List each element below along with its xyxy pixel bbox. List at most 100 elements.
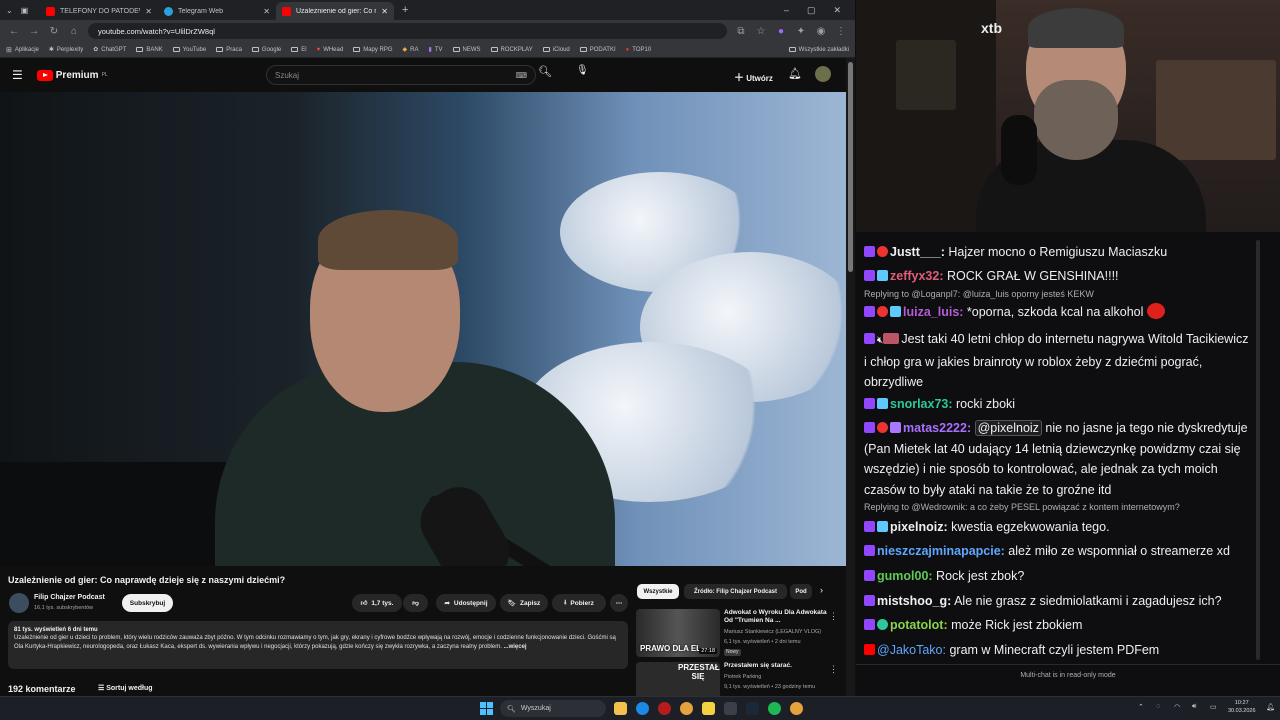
bookmark-folder[interactable]: NEWS xyxy=(452,47,481,53)
download-manager-icon[interactable] xyxy=(724,702,737,715)
chat-username[interactable]: matas2222: xyxy=(903,421,971,435)
bookmark-folder[interactable]: PODATKI xyxy=(579,47,616,53)
bookmark-star-icon[interactable]: ☆ xyxy=(755,26,767,37)
keyboard-icon[interactable]: ⌨ xyxy=(515,71,527,80)
battery-icon[interactable]: ▭ xyxy=(1210,703,1217,711)
close-tab-icon[interactable]: ✕ xyxy=(145,7,152,16)
bookmark-item[interactable]: ✱ Perplexity xyxy=(49,46,83,54)
save-button[interactable]: 🔖︎ Zapisz xyxy=(500,594,548,612)
search-icon[interactable]: 🔍︎ xyxy=(538,65,552,78)
bookmark-folder[interactable]: YouTube xyxy=(172,47,206,53)
edge-icon[interactable] xyxy=(636,702,649,715)
workspace-icon[interactable]: ▣ xyxy=(21,6,29,15)
forward-icon[interactable]: → xyxy=(28,26,40,37)
sort-comments-button[interactable]: ☰ Sortuj według xyxy=(98,684,153,692)
taskbar-clock[interactable]: 10:27 30.03.2026 xyxy=(1228,700,1256,715)
bookmark-item[interactable]: ◆ RA xyxy=(403,46,419,54)
all-bookmarks-folder[interactable]: Wszystkie zakładki xyxy=(788,47,849,53)
tray-chevron-icon[interactable]: ⌃ xyxy=(1138,703,1144,711)
bookmark-folder[interactable]: El xyxy=(291,47,307,53)
chat-username[interactable]: Justt___: xyxy=(890,245,945,259)
notifications-bell-icon[interactable]: 🔔︎ xyxy=(788,67,802,80)
more-options-icon[interactable]: ⋮ xyxy=(829,611,838,622)
extension-icon[interactable]: ● xyxy=(775,26,787,37)
description-box[interactable]: 81 tys. wyświetleń 6 dni temu Uzależnien… xyxy=(8,621,628,669)
chat-username[interactable]: mistshoo_g: xyxy=(877,594,951,608)
close-window-icon[interactable]: ✕ xyxy=(833,5,841,16)
chat-username[interactable]: zeffyx32: xyxy=(890,269,944,283)
taskbar-search[interactable]: 🔍︎ Wyszukaj xyxy=(500,700,606,717)
browser-tab-3-active[interactable]: Uzależnienie od gier: Co n ✕ xyxy=(276,2,394,20)
chat-username[interactable]: luiza_luis: xyxy=(903,305,963,319)
url-field[interactable]: youtube.com/watch?v=UlilDrZW8ql xyxy=(88,23,727,39)
menu-dots-icon[interactable]: ⋮ xyxy=(835,26,847,37)
search-input[interactable]: Szukaj ⌨ xyxy=(266,65,536,85)
tab-search-icon[interactable]: ⌄ xyxy=(6,6,13,15)
download-button[interactable]: ⭳ Pobierz xyxy=(552,594,606,612)
profile-icon[interactable]: ◉ xyxy=(815,26,827,37)
dislike-button[interactable]: 👎︎ xyxy=(403,594,428,612)
file-explorer-icon[interactable] xyxy=(614,702,627,715)
close-tab-icon[interactable]: ✕ xyxy=(381,7,388,16)
chip-all[interactable]: Wszystkie xyxy=(637,584,679,599)
recommendation-item[interactable]: PRZESTAŁEM SIĘ Przestałem się starać. Pi… xyxy=(636,662,846,696)
create-button[interactable]: ＋ Utwórz xyxy=(734,69,773,84)
close-tab-icon[interactable]: ✕ xyxy=(263,7,270,16)
bookmark-folder[interactable]: Google xyxy=(251,47,281,53)
bookmark-item[interactable]: ♥ WHead xyxy=(317,47,344,53)
channel-name[interactable]: Filip Chajzer Podcast xyxy=(34,594,105,601)
show-more-link[interactable]: ...więcej xyxy=(504,644,527,650)
browser-tab-1[interactable]: TELEFONY DO PATODEWELOPE ✕ xyxy=(40,2,158,20)
youtube-logo[interactable]: Premium PL xyxy=(36,69,108,81)
home-icon[interactable]: ⌂ xyxy=(68,26,80,37)
chrome-icon[interactable] xyxy=(680,702,693,715)
recommendation-item[interactable]: PRAWO DLA EL 27:18 Adwokat o Wyroku Dla … xyxy=(636,609,846,659)
browser-tab-2[interactable]: Telegram Web ✕ xyxy=(158,2,276,20)
install-icon[interactable]: ⧉ xyxy=(735,26,747,37)
volume-icon[interactable]: 🔊︎ xyxy=(1192,703,1196,711)
chat-scrollbar[interactable] xyxy=(1256,240,1260,660)
bookmark-item[interactable]: ▮ TV xyxy=(429,46,443,54)
new-tab-button[interactable]: + xyxy=(402,4,408,16)
network-icon[interactable]: ◌ xyxy=(1156,703,1160,710)
bookmark-folder[interactable]: iCloud xyxy=(542,47,570,53)
chat-mention[interactable]: @pixelnoiz xyxy=(974,420,1042,436)
notifications-icon[interactable]: 🔔︎ xyxy=(1266,703,1275,711)
chip-channel-source[interactable]: Źródło: Filip Chajzer Podcast xyxy=(684,584,787,599)
maximize-icon[interactable]: ▢ xyxy=(807,5,816,16)
spotify-icon[interactable] xyxy=(768,702,781,715)
chips-next-icon[interactable]: › xyxy=(820,585,823,595)
extensions-puzzle-icon[interactable]: ✦ xyxy=(795,26,807,37)
wifi-icon[interactable]: ◠ xyxy=(1174,703,1180,711)
account-avatar[interactable] xyxy=(815,66,831,82)
chat-username[interactable]: potatolot: xyxy=(890,618,948,632)
microphone-icon[interactable]: 🎙︎ xyxy=(576,65,589,76)
hamburger-menu-icon[interactable]: ☰ xyxy=(12,68,23,82)
chat-username[interactable]: nieszczajminapapcie: xyxy=(877,544,1005,558)
steam-icon[interactable] xyxy=(746,702,759,715)
back-icon[interactable]: ← xyxy=(8,26,20,37)
bookmark-folder[interactable]: BANK xyxy=(136,47,163,53)
bookmark-item[interactable]: ● TOP10 xyxy=(626,47,652,53)
more-options-icon[interactable]: ⋮ xyxy=(829,664,838,675)
chip-related[interactable]: Pod xyxy=(790,584,812,599)
minimize-icon[interactable]: – xyxy=(784,5,789,16)
chat-username[interactable]: @JakoTako: xyxy=(877,643,946,657)
reload-icon[interactable]: ↻ xyxy=(48,26,60,37)
windows-start-icon[interactable] xyxy=(480,702,493,715)
bookmark-item[interactable]: ✿ ChatGPT xyxy=(93,46,126,54)
subscribe-button[interactable]: Subskrybuj xyxy=(122,594,173,612)
video-player[interactable] xyxy=(0,92,846,566)
opera-icon[interactable] xyxy=(658,702,671,715)
bookmark-folder[interactable]: ROCKPLAY xyxy=(490,47,533,53)
page-scrollbar-thumb[interactable] xyxy=(848,62,853,272)
chat-username[interactable]: gumol00: xyxy=(877,569,933,583)
more-actions-button[interactable]: ⋯ xyxy=(610,594,628,612)
bookmark-folder[interactable]: Mapy RPG xyxy=(353,47,393,53)
chat-username[interactable]: snorlax73: xyxy=(890,397,953,411)
chat-username[interactable]: pixelnoiz: xyxy=(890,520,948,534)
chrome-active-icon[interactable] xyxy=(790,702,803,715)
like-button[interactable]: 👍︎ 1,7 tys. xyxy=(352,594,402,612)
share-button[interactable]: ➦ Udostępnij xyxy=(436,594,496,612)
bookmark-apps[interactable]: ⊞ Aplikacje xyxy=(6,46,39,54)
